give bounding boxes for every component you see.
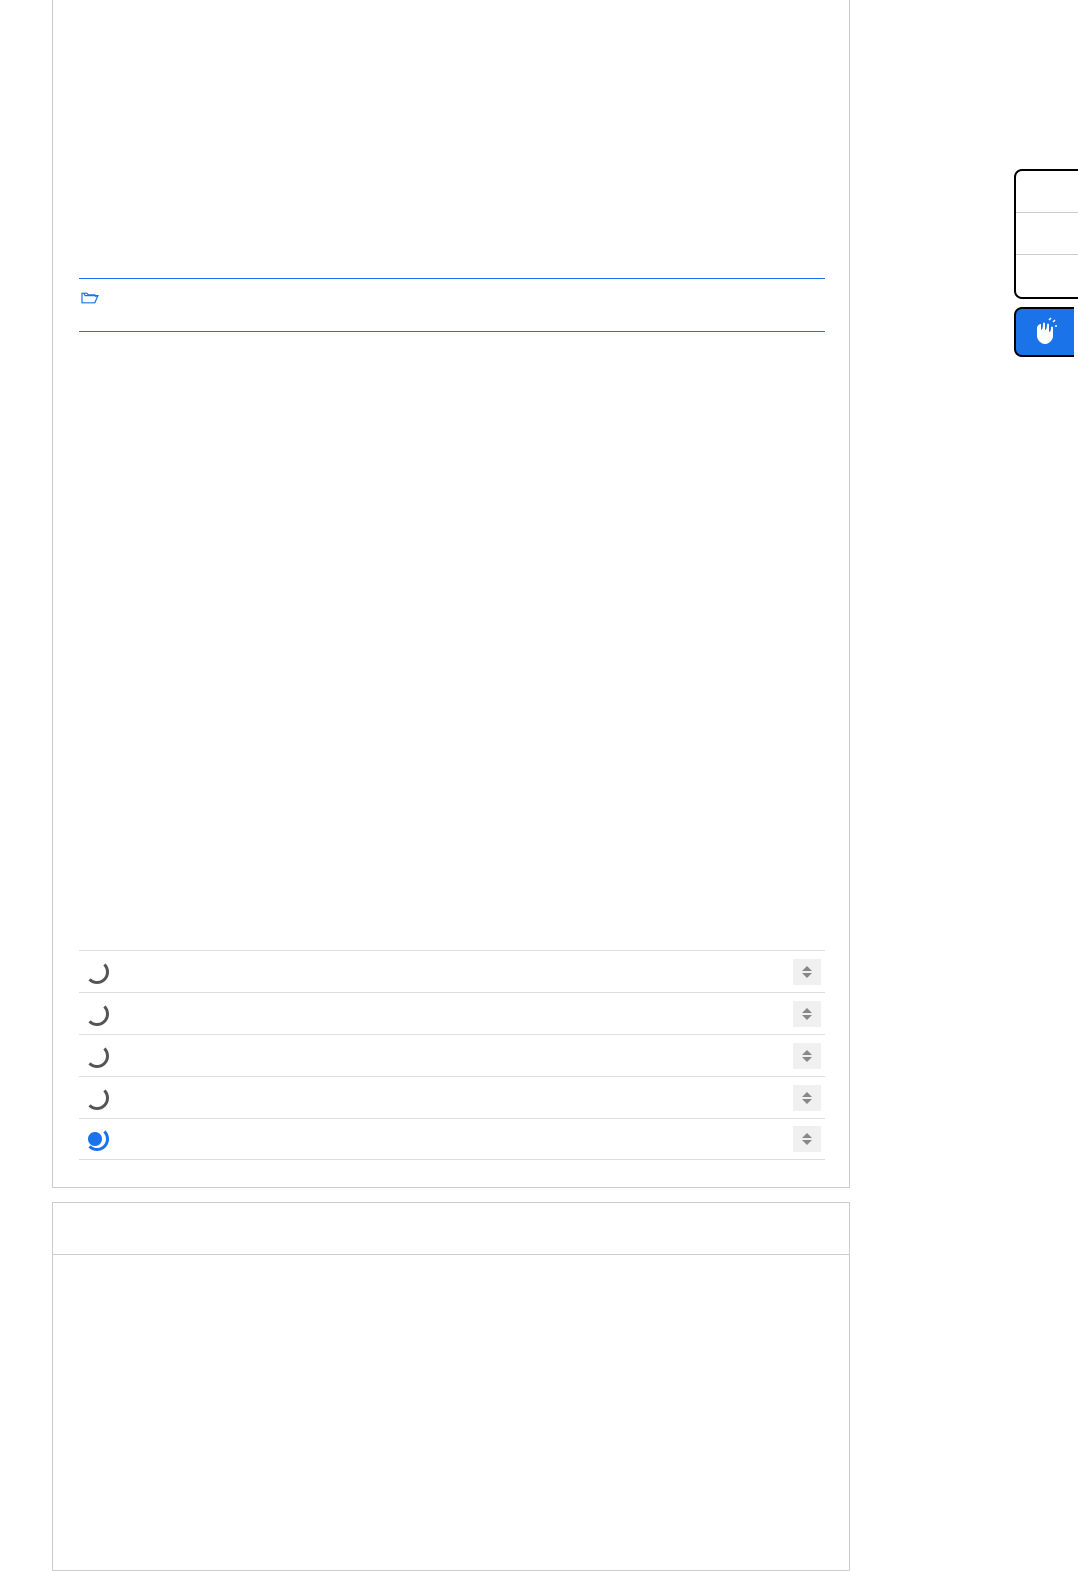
loading-spinner-icon — [85, 1086, 109, 1110]
sort-button[interactable] — [793, 1085, 821, 1111]
sort-button[interactable] — [793, 1001, 821, 1027]
main-content-panel — [52, 0, 850, 1188]
side-tool-item[interactable] — [1016, 171, 1078, 213]
sort-button[interactable] — [793, 959, 821, 985]
side-toolbox — [1014, 169, 1078, 299]
side-widgets — [1014, 169, 1078, 357]
secondary-panel-header — [53, 1203, 849, 1255]
folder-open-icon[interactable] — [80, 290, 100, 306]
list-row — [79, 992, 825, 1034]
link-row-2[interactable] — [79, 310, 825, 332]
secondary-panel — [52, 1202, 850, 1571]
list-row — [79, 1034, 825, 1076]
loading-spinner-active-icon — [85, 1127, 109, 1151]
list-row — [79, 950, 825, 992]
list-row — [79, 1076, 825, 1118]
sort-button[interactable] — [793, 1126, 821, 1152]
sort-button[interactable] — [793, 1043, 821, 1069]
loading-spinner-icon — [85, 1002, 109, 1026]
side-tool-item[interactable] — [1016, 213, 1078, 255]
side-tool-item[interactable] — [1016, 255, 1078, 297]
sign-language-icon — [1029, 316, 1061, 348]
loading-spinner-icon — [85, 1044, 109, 1068]
loading-spinner-icon — [85, 960, 109, 984]
accessibility-button[interactable] — [1014, 307, 1074, 357]
list-area — [79, 950, 825, 1160]
link-row-1[interactable] — [79, 257, 825, 279]
list-row — [79, 1118, 825, 1160]
